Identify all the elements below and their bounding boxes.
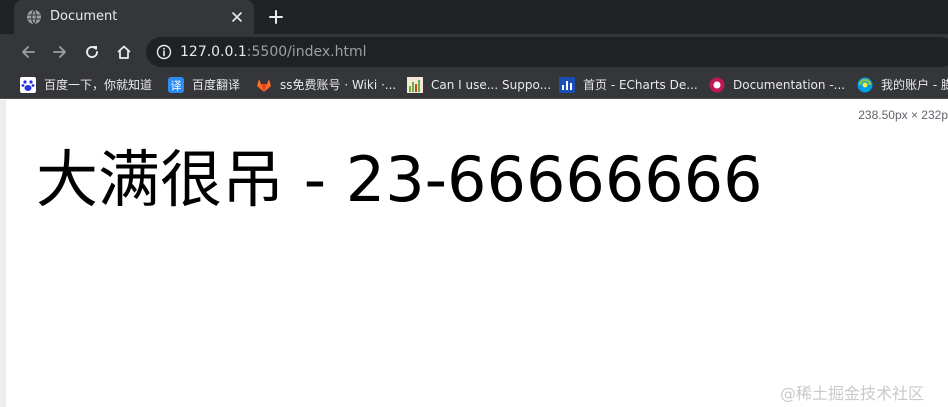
globe-icon [26, 9, 42, 25]
bookmark-label: 百度一下，你就知道 [44, 78, 153, 92]
home-icon[interactable] [112, 40, 136, 64]
bookmark-echarts[interactable]: 首页 - ECharts De... [559, 76, 698, 94]
arrow-left-icon[interactable] [16, 40, 40, 64]
bookmark-gitlab-wiki[interactable]: ss免费账号 · Wiki ·... [256, 76, 396, 94]
tab-strip: Document [0, 0, 948, 34]
page-content: 238.50px × 232p 大满很吊 - 23-66666666 @稀土掘金… [0, 100, 948, 407]
watermark: @稀土掘金技术社区 [780, 384, 925, 403]
bookmark-label: ss免费账号 · Wiki ·... [280, 78, 397, 92]
info-icon[interactable] [156, 44, 172, 60]
bookmark-label: Can I use... Suppo... [431, 78, 552, 92]
bookmark-documentation[interactable]: Documentation -... [709, 76, 845, 94]
bookmark-baidu-translate[interactable]: 译 百度翻译 [168, 76, 240, 94]
bookmarks-bar: 百度一下，你就知道 译 百度翻译 ss免费账号 · Wiki ·... Can … [0, 70, 948, 99]
bookmark-label: Documentation -... [733, 78, 846, 92]
bookmark-label: 我的账户 - 膨 [881, 78, 948, 92]
arrow-right-icon[interactable] [48, 40, 72, 64]
url-text[interactable]: 127.0.0.1:5500/index.html [180, 44, 367, 60]
translate-icon: 译 [168, 77, 184, 93]
bookmark-my-account[interactable]: 我的账户 - 膨 [857, 76, 948, 94]
documentation-icon [709, 77, 725, 93]
bookmark-baidu[interactable]: 百度一下，你就知道 [20, 76, 152, 94]
address-bar[interactable]: 127.0.0.1:5500/index.html [146, 37, 948, 67]
account-icon [857, 77, 873, 93]
baidu-paw-icon [20, 77, 36, 93]
svg-text:译: 译 [171, 80, 182, 93]
page-headline: 大满很吊 - 23-66666666 [36, 143, 763, 216]
tab-document[interactable]: Document [14, 0, 254, 34]
tab-title: Document [50, 9, 118, 24]
browser-window: Document 127.0.0.1:5500/index.html 百度一下，… [0, 0, 948, 407]
bookmark-label: 首页 - ECharts De... [583, 78, 698, 92]
bookmark-label: 百度翻译 [192, 78, 241, 92]
toolbar: 127.0.0.1:5500/index.html [0, 34, 948, 70]
url-path: :5500/index.html [246, 44, 367, 60]
echarts-icon [559, 77, 575, 93]
caniuse-icon [407, 77, 423, 93]
gitlab-icon [256, 77, 272, 93]
url-host: 127.0.0.1 [180, 44, 247, 60]
left-edge [0, 100, 6, 407]
bookmark-caniuse[interactable]: Can I use... Suppo... [407, 76, 551, 94]
reload-icon[interactable] [80, 40, 104, 64]
close-icon[interactable] [228, 8, 246, 26]
dimensions-badge: 238.50px × 232p [858, 108, 948, 122]
plus-icon[interactable] [266, 7, 286, 27]
